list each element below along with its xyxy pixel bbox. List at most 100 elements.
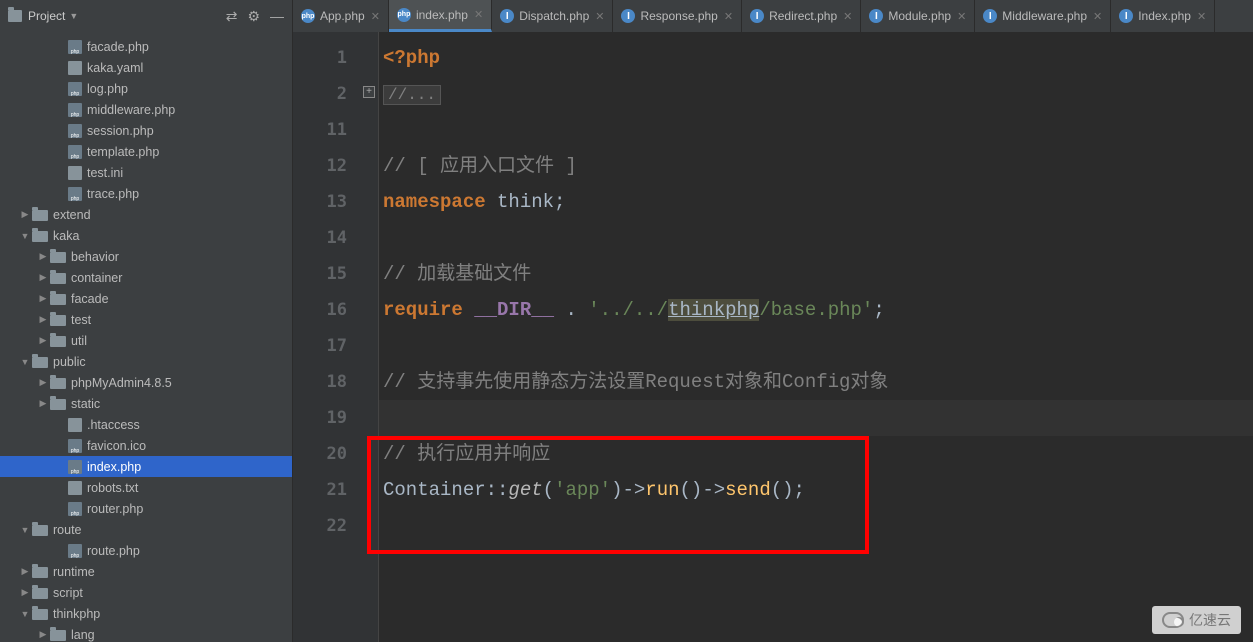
- tree-item-kaka-yaml[interactable]: kaka.yaml: [0, 57, 292, 78]
- close-icon[interactable]: ✕: [1093, 10, 1102, 23]
- close-icon[interactable]: ✕: [843, 10, 852, 23]
- expand-arrow-icon[interactable]: ▶: [18, 209, 32, 220]
- tree-item-runtime[interactable]: ▶runtime: [0, 561, 292, 582]
- expand-arrow-icon[interactable]: ▶: [36, 335, 50, 346]
- tree-item-label: kaka: [53, 229, 79, 243]
- close-icon[interactable]: ✕: [474, 8, 483, 21]
- expand-arrow-icon[interactable]: ▶: [36, 272, 50, 283]
- tree-item-public[interactable]: ▼public: [0, 351, 292, 372]
- expand-arrow-icon[interactable]: ▼: [18, 525, 32, 535]
- tree-item-label: .htaccess: [87, 418, 140, 432]
- expand-arrow-icon[interactable]: ▶: [18, 587, 32, 598]
- tab-Response-php[interactable]: IResponse.php✕: [613, 0, 742, 32]
- tree-item-test-ini[interactable]: test.ini: [0, 162, 292, 183]
- tree-item-lang[interactable]: ▶ lang: [0, 624, 292, 642]
- tree-item-thinkphp[interactable]: ▼thinkphp: [0, 603, 292, 624]
- tree-item-session-php[interactable]: session.php: [0, 120, 292, 141]
- code-editor[interactable]: 12111213141516171819202122 + <?php //...…: [293, 32, 1253, 642]
- tree-item-script[interactable]: ▶script: [0, 582, 292, 603]
- line-number: 15: [293, 256, 347, 292]
- tab-label: Middleware.php: [1002, 9, 1087, 23]
- tree-item-label: lang: [71, 628, 95, 642]
- interface-icon: I: [750, 9, 764, 23]
- tree-item-route-php[interactable]: route.php: [0, 540, 292, 561]
- tree-item-label: route.php: [87, 544, 140, 558]
- expand-arrow-icon[interactable]: ▼: [18, 357, 32, 367]
- expand-arrow-icon[interactable]: ▼: [18, 231, 32, 241]
- expand-arrow-icon[interactable]: ▶: [18, 566, 32, 577]
- tab-Middleware-php[interactable]: I Middleware.php ✕: [975, 0, 1111, 32]
- code-area[interactable]: <?php //... // [ 应用入口文件 ] namespace thin…: [379, 32, 1253, 642]
- tree-item--htaccess[interactable]: .htaccess: [0, 414, 292, 435]
- file-icon: [68, 481, 82, 495]
- tree-item-label: util: [71, 334, 87, 348]
- folder-icon: [32, 525, 48, 536]
- tree-item-static[interactable]: ▶static: [0, 393, 292, 414]
- expand-arrow-icon[interactable]: ▶: [36, 398, 50, 409]
- tree-item-label: facade: [71, 292, 109, 306]
- close-icon[interactable]: ✕: [724, 10, 733, 23]
- expand-arrow-icon[interactable]: ▶: [36, 293, 50, 304]
- tree-item-facade-php[interactable]: facade.php: [0, 36, 292, 57]
- expand-arrow-icon[interactable]: ▶: [36, 377, 50, 388]
- line-number: 11: [293, 112, 347, 148]
- tree-item-trace-php[interactable]: trace.php: [0, 183, 292, 204]
- close-icon[interactable]: ✕: [1197, 10, 1206, 23]
- keyword: require: [383, 299, 474, 321]
- thinkphp-link[interactable]: thinkphp: [668, 299, 759, 321]
- folder-icon: [50, 399, 66, 410]
- tree-item-facade[interactable]: ▶ facade: [0, 288, 292, 309]
- tab-Module-php[interactable]: IModule.php✕: [861, 0, 975, 32]
- settings-icon[interactable]: ⚙: [247, 8, 260, 25]
- tree-item-extend[interactable]: ▶extend: [0, 204, 292, 225]
- tab-Index-php[interactable]: IIndex.php✕: [1111, 0, 1215, 32]
- tree-item-robots-txt[interactable]: robots.txt: [0, 477, 292, 498]
- interface-icon: I: [983, 9, 997, 23]
- tree-item-template-php[interactable]: template.php: [0, 141, 292, 162]
- fold-expand-icon[interactable]: +: [363, 86, 375, 98]
- comment: // 执行应用并响应: [383, 443, 550, 465]
- interface-icon: I: [621, 9, 635, 23]
- expand-arrow-icon[interactable]: ▶: [36, 314, 50, 325]
- tab-Dispatch-php[interactable]: IDispatch.php✕: [492, 0, 613, 32]
- close-icon[interactable]: ✕: [957, 10, 966, 23]
- expand-arrow-icon[interactable]: ▼: [18, 609, 32, 619]
- tree-item-phpMyAdmin4-8-5[interactable]: ▶phpMyAdmin4.8.5: [0, 372, 292, 393]
- folder-icon: [32, 231, 48, 242]
- tree-item-router-php[interactable]: router.php: [0, 498, 292, 519]
- tab-label: index.php: [416, 8, 468, 22]
- tree-item-label: behavior: [71, 250, 119, 264]
- tree-item-favicon-ico[interactable]: favicon.ico: [0, 435, 292, 456]
- tree-item-index-php[interactable]: index.php: [0, 456, 292, 477]
- tree-item-label: container: [71, 271, 122, 285]
- tree-item-label: router.php: [87, 502, 143, 516]
- folder-icon: [50, 252, 66, 263]
- php-icon: [68, 103, 82, 117]
- expand-arrow-icon[interactable]: ▶: [36, 629, 50, 640]
- line-number: 1: [293, 40, 347, 76]
- tree-item-label: kaka.yaml: [87, 61, 143, 75]
- close-icon[interactable]: ✕: [371, 10, 380, 23]
- tree-item-behavior[interactable]: ▶ behavior: [0, 246, 292, 267]
- project-dropdown-icon[interactable]: ▼: [69, 11, 78, 21]
- expand-arrow-icon[interactable]: ▶: [36, 251, 50, 262]
- tab-App-php[interactable]: phpApp.php✕: [293, 0, 389, 32]
- folded-block[interactable]: //...: [383, 85, 441, 105]
- minimize-icon[interactable]: —: [270, 8, 284, 24]
- tree-item-kaka[interactable]: ▼ kaka: [0, 225, 292, 246]
- interface-icon: I: [869, 9, 883, 23]
- folder-icon: [50, 315, 66, 326]
- tree-item-test[interactable]: ▶test: [0, 309, 292, 330]
- tree-item-label: session.php: [87, 124, 154, 138]
- tree-item-middleware-php[interactable]: middleware.php: [0, 99, 292, 120]
- tree-item-log-php[interactable]: log.php: [0, 78, 292, 99]
- collapse-icon[interactable]: ⇄: [226, 8, 238, 25]
- line-number: 16: [293, 292, 347, 328]
- close-icon[interactable]: ✕: [595, 10, 604, 23]
- tab-Redirect-php[interactable]: IRedirect.php✕: [742, 0, 861, 32]
- tab-index-php[interactable]: phpindex.php✕: [389, 0, 492, 32]
- project-header[interactable]: Project ▼ ⇄ ⚙ —: [0, 0, 293, 32]
- tree-item-route[interactable]: ▼route: [0, 519, 292, 540]
- tree-item-util[interactable]: ▶ util: [0, 330, 292, 351]
- tree-item-container[interactable]: ▶ container: [0, 267, 292, 288]
